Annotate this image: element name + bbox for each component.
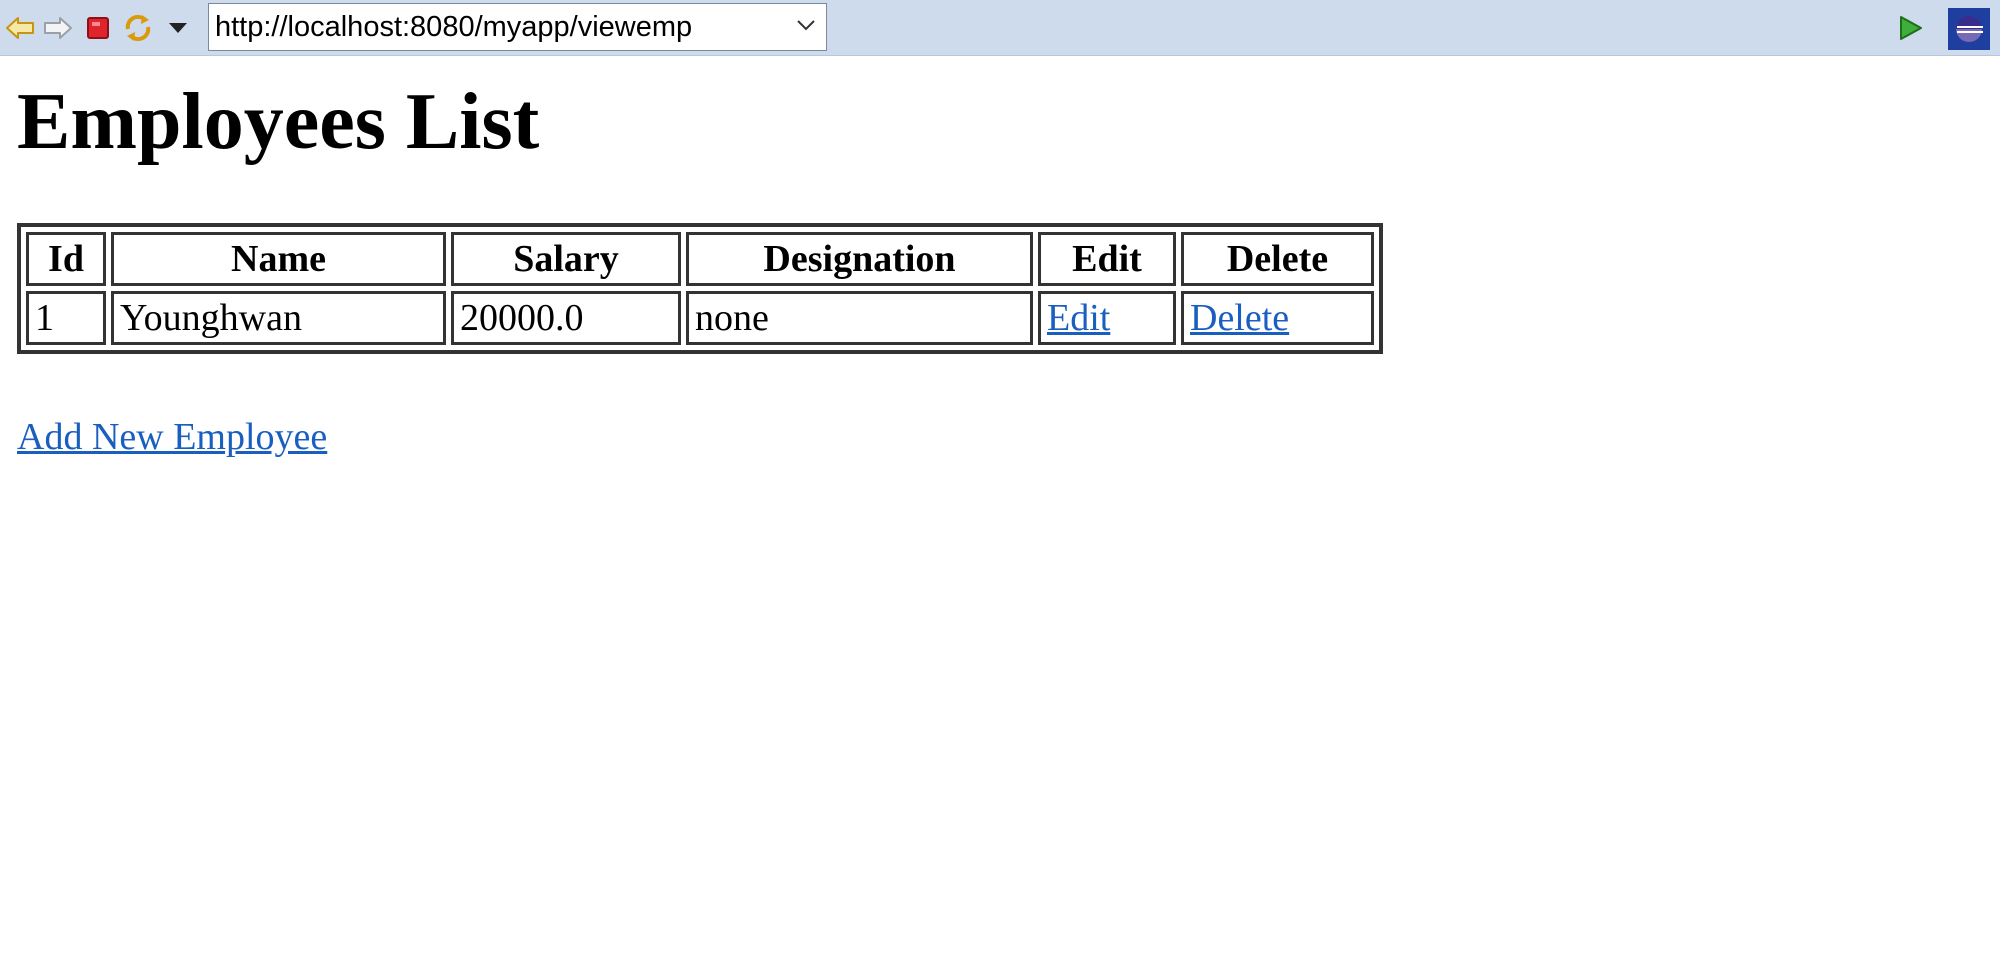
header-edit: Edit [1038,232,1176,286]
table-row: 1 Younghwan 20000.0 none Edit Delete [26,291,1374,345]
header-name: Name [111,232,446,286]
dropdown-triangle-icon[interactable] [162,12,194,44]
table-header-row: Id Name Salary Designation Edit Delete [26,232,1374,286]
forward-arrow-icon[interactable] [42,12,74,44]
browser-toolbar: http://localhost:8080/myapp/viewemp [0,0,2000,56]
chevron-down-icon [796,18,816,36]
address-bar[interactable]: http://localhost:8080/myapp/viewemp [208,3,827,51]
employees-table: Id Name Salary Designation Edit Delete 1… [17,223,1383,354]
header-salary: Salary [451,232,681,286]
header-id: Id [26,232,106,286]
stop-icon[interactable] [82,12,114,44]
url-input[interactable]: http://localhost:8080/myapp/viewemp [209,5,786,49]
cell-salary: 20000.0 [451,291,681,345]
refresh-icon[interactable] [122,12,154,44]
cell-id: 1 [26,291,106,345]
cell-delete: Delete [1181,291,1374,345]
cell-name: Younghwan [111,291,446,345]
delete-link[interactable]: Delete [1190,297,1289,339]
url-history-dropdown[interactable] [786,5,826,49]
page-title: Employees List [17,78,540,166]
header-delete: Delete [1181,232,1374,286]
go-play-icon[interactable] [1894,12,1926,44]
cell-edit: Edit [1038,291,1176,345]
header-designation: Designation [686,232,1033,286]
cell-designation: none [686,291,1033,345]
edit-link[interactable]: Edit [1047,297,1110,339]
eclipse-icon[interactable] [1948,8,1990,50]
back-arrow-icon[interactable] [4,12,36,44]
add-new-employee-link[interactable]: Add New Employee [17,412,327,462]
